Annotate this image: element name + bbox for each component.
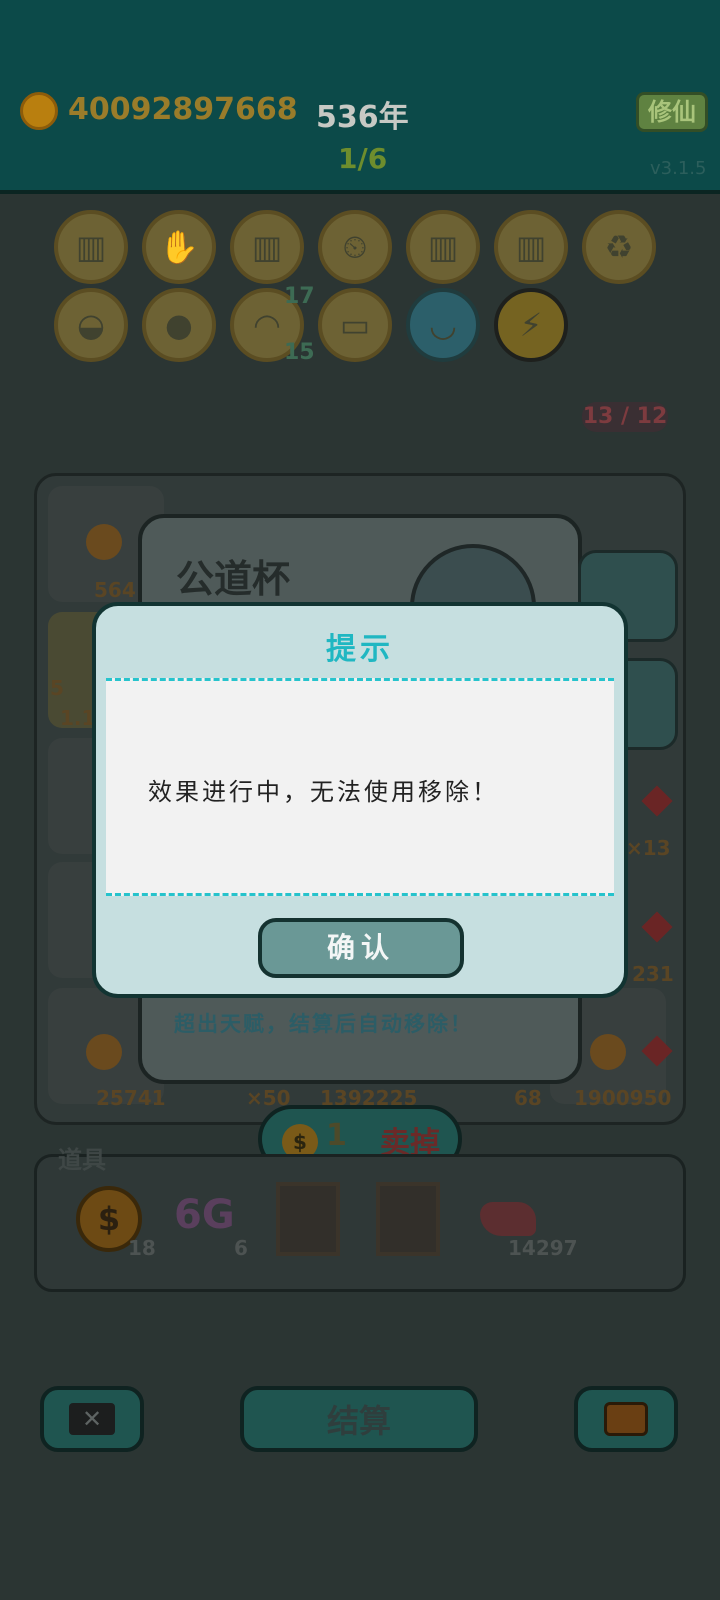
orange-icon xyxy=(86,1034,122,1070)
cell-count: 1900950 xyxy=(574,1086,672,1110)
liver-icon[interactable] xyxy=(480,1202,536,1236)
orange-icon xyxy=(590,1034,626,1070)
empty-slot[interactable] xyxy=(376,1182,440,1256)
cell-count: 5 xyxy=(50,676,64,700)
cultivate-button[interactable]: 修仙 xyxy=(636,92,708,132)
tools-label: 道具 xyxy=(58,1146,106,1174)
cell-count: 1.1 xyxy=(60,706,96,730)
briefcase-icon xyxy=(604,1402,648,1436)
empty-slot[interactable] xyxy=(276,1182,340,1256)
coin-icon xyxy=(20,92,58,130)
version-label: v3.1.5 xyxy=(650,158,707,179)
cell-count: 564 xyxy=(94,578,136,602)
skirt-badge-icon[interactable]: ▥ xyxy=(54,210,128,284)
gravy-boat-badge-icon[interactable]: ◡ xyxy=(406,288,480,362)
cell-count: ×13 xyxy=(626,836,671,860)
time-badge-icon[interactable]: ⏲ xyxy=(318,210,392,284)
tool-count: 14297 xyxy=(508,1236,578,1260)
fruit-bowl-badge-icon[interactable]: ◒ xyxy=(54,288,128,362)
skirt-badge-icon[interactable]: ▥ xyxy=(230,210,304,284)
shell-count-top: 17 xyxy=(284,284,315,309)
6g-icon[interactable]: 6G xyxy=(174,1192,235,1238)
tool-count: 18 xyxy=(128,1236,156,1260)
recycle-badge-icon[interactable]: ♻ xyxy=(582,210,656,284)
cell-count: 68 xyxy=(514,1086,542,1110)
bag-button[interactable] xyxy=(574,1386,678,1452)
settle-button[interactable]: 结算 xyxy=(240,1386,478,1452)
progress-counter: 1/6 xyxy=(338,142,388,175)
item-description: 超出天赋，结算后自动移除！ xyxy=(174,1012,473,1036)
cell-count: 231 xyxy=(632,962,674,986)
dialog-title: 提示 xyxy=(326,632,394,667)
item-capacity-counter: 13 / 12 xyxy=(582,402,668,432)
printer-badge-icon[interactable]: ▭ xyxy=(318,288,392,362)
rock-hand-badge-icon[interactable]: ✋ xyxy=(142,210,216,284)
coin-balance: 40092897668 xyxy=(68,92,298,127)
tool-count: 6 xyxy=(234,1236,248,1260)
confirm-button[interactable]: 确认 xyxy=(258,918,464,978)
close-button[interactable]: ✕ xyxy=(40,1386,144,1452)
cell-count: 25741 xyxy=(96,1086,166,1110)
skirt-badge-icon[interactable]: ▥ xyxy=(406,210,480,284)
lightning-badge-icon[interactable]: ⚡ xyxy=(494,288,568,362)
orange-icon xyxy=(86,524,122,560)
years-counter: 536年 xyxy=(316,100,409,135)
close-icon: ✕ xyxy=(69,1403,115,1435)
item-title: 公道杯 xyxy=(176,556,291,601)
skirt-badge-icon[interactable]: ▥ xyxy=(494,210,568,284)
dialog-message: 效果进行中，无法使用移除！ xyxy=(148,778,499,806)
orange-badge-icon[interactable]: ● xyxy=(142,288,216,362)
sell-price: 1 xyxy=(326,1118,347,1153)
shell-count-bottom: 15 xyxy=(284,340,315,365)
